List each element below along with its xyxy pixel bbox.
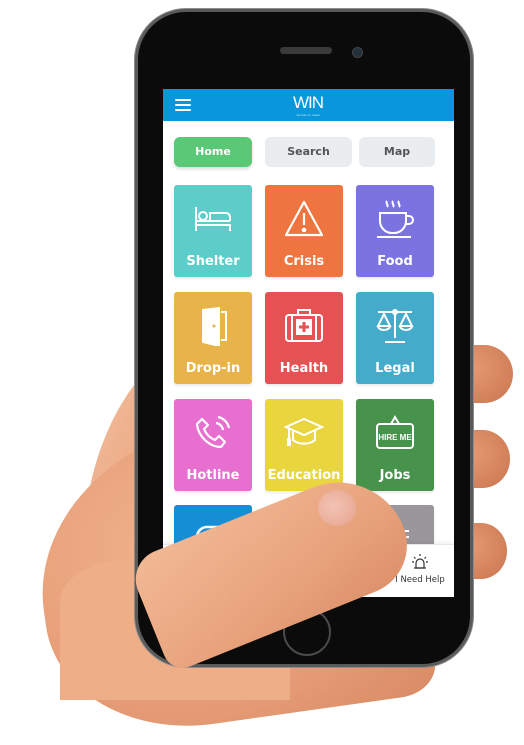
app-header: WIN women in need — [163, 89, 454, 121]
siren-icon — [412, 554, 428, 569]
tile-legal[interactable]: Legal — [356, 292, 434, 384]
svg-text:HIRE ME: HIRE ME — [378, 433, 412, 442]
tile-label: Health — [279, 361, 329, 376]
logo-text: WIN — [292, 93, 324, 112]
hire-me-sign-icon: HIRE ME — [376, 414, 414, 449]
tab-map[interactable]: Map — [359, 137, 435, 167]
logo-tagline: women in need — [296, 113, 320, 117]
tile-label: Hotline — [186, 468, 240, 483]
tile-crisis[interactable]: Crisis — [265, 185, 343, 277]
tile-food[interactable]: Food — [356, 185, 434, 277]
tile-label: Education — [267, 468, 341, 483]
tile-hotline[interactable]: Hotline — [174, 399, 252, 491]
tile-education[interactable]: Education — [265, 399, 343, 491]
tile-shelter[interactable]: Shelter — [174, 185, 252, 277]
coffee-cup-icon — [377, 200, 414, 238]
graduation-cap-icon — [284, 417, 324, 446]
thumbnail — [318, 490, 356, 526]
tile-label: Shelter — [186, 254, 240, 269]
tile-jobs[interactable]: HIRE ME Jobs — [356, 399, 434, 491]
tab-home[interactable]: Home — [174, 137, 252, 167]
hamburger-icon[interactable] — [175, 99, 191, 111]
front-camera — [353, 48, 362, 57]
tile-health[interactable]: Health — [265, 292, 343, 384]
tile-label: Legal — [375, 361, 415, 376]
earpiece-speaker — [280, 47, 332, 54]
first-aid-kit-icon — [285, 309, 323, 342]
scales-icon — [376, 309, 414, 343]
tile-label: Jobs — [379, 468, 411, 483]
phone-ringing-icon — [195, 415, 231, 449]
tile-label: Food — [377, 254, 413, 269]
tab-label: I Need Help — [395, 575, 445, 585]
tile-label: Drop-in — [185, 361, 241, 376]
tile-drop-in[interactable]: Drop-in — [174, 292, 252, 384]
tile-label: Crisis — [283, 254, 325, 269]
door-icon — [202, 306, 227, 346]
warning-icon — [284, 200, 324, 237]
tab-search[interactable]: Search — [265, 137, 352, 167]
app-logo: WIN women in need — [287, 92, 329, 118]
bed-icon — [195, 207, 231, 231]
